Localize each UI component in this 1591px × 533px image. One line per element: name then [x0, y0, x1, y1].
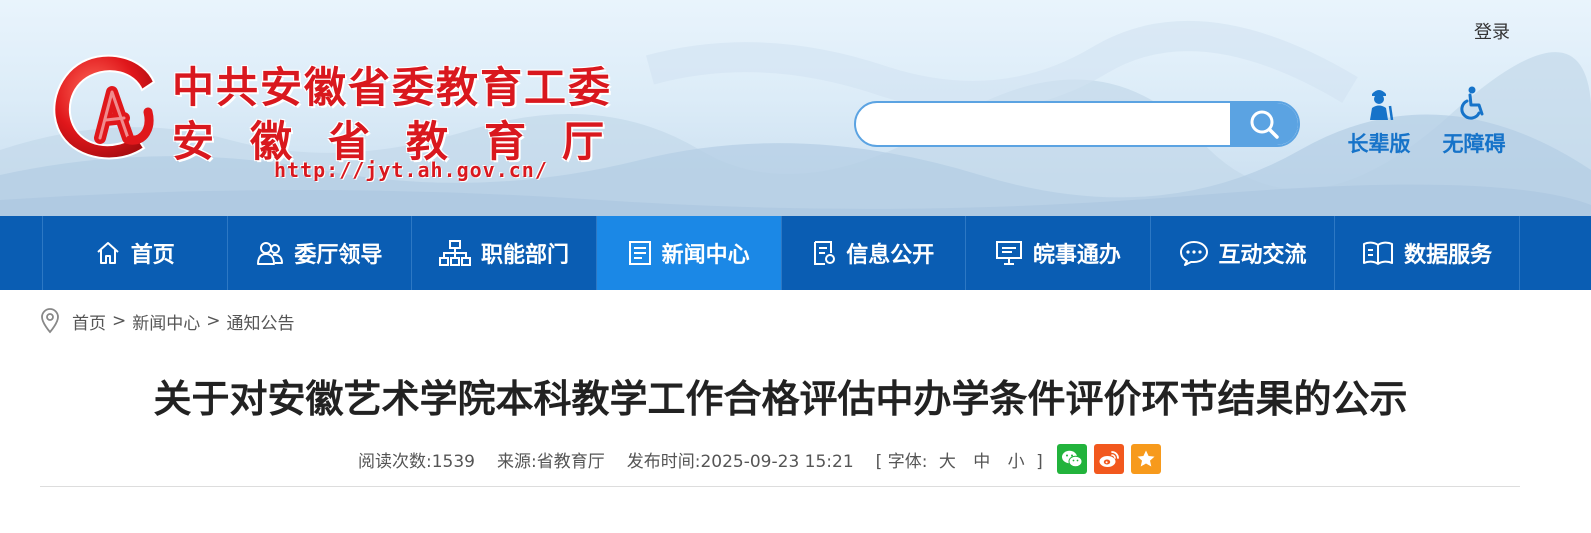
publish-time-label: 发布时间:: [626, 451, 701, 472]
font-size-small[interactable]: 小: [1008, 452, 1025, 472]
nav-label: 信息公开: [846, 243, 935, 268]
elder-version-link[interactable]: 长辈版: [1344, 86, 1414, 158]
view-count-value: 1539: [431, 451, 475, 472]
article-meta: 阅读次数:1539 来源:省教育厅 发布时间:2025-09-23 15:21 …: [358, 443, 1168, 475]
view-count: 阅读次数:1539: [358, 447, 475, 472]
nav-label: 皖事通办: [1032, 243, 1121, 268]
monitor-icon: [995, 241, 1022, 265]
weibo-icon: [1099, 451, 1119, 467]
nav-label: 委厅领导: [294, 243, 383, 268]
accessibility-link[interactable]: 无障碍: [1439, 86, 1509, 158]
publish-time-value: 2025-09-23 15:21: [700, 451, 854, 472]
accessibility-label: 无障碍: [1442, 132, 1506, 156]
location-pin-icon: [41, 308, 59, 334]
source-value: 省教育厅: [536, 451, 605, 472]
nav-item-data-services[interactable]: 数据服务: [1334, 216, 1520, 290]
org-chart-icon: [439, 240, 472, 266]
font-size-close: ]: [1036, 451, 1043, 472]
publish-time: 发布时间:2025-09-23 15:21: [627, 447, 854, 472]
nav-item-leadership[interactable]: 委厅领导: [226, 216, 412, 290]
search-box: [854, 101, 1300, 147]
view-count-label: 阅读次数:: [358, 451, 432, 472]
breadcrumb-separator: >: [206, 311, 221, 331]
login-link[interactable]: 登录: [1474, 18, 1510, 44]
search-button[interactable]: [1230, 103, 1298, 145]
add-favorite-button[interactable]: [1130, 444, 1161, 474]
logo-emblem: [53, 54, 156, 160]
elder-person-icon: [1370, 90, 1394, 121]
document-icon: [814, 241, 836, 265]
star-icon: [1137, 450, 1155, 467]
font-size-label: [ 字体:: [875, 451, 928, 472]
nav-item-home[interactable]: 首页: [42, 216, 227, 290]
nav-label: 新闻中心: [661, 243, 750, 268]
nav-item-interaction[interactable]: 互动交流: [1149, 216, 1335, 290]
site-header: 登录 中共安徽省委教育工委 安徽省教育厅 http://jyt.ah.gov.c…: [0, 0, 1591, 216]
logo-title-line1: 中共安徽省委教育工委: [172, 63, 613, 112]
article-title: 关于对安徽艺术学院本科教学工作合格评估中办学条件评价环节结果的公示: [153, 377, 1408, 421]
nav-item-departments[interactable]: 职能部门: [411, 216, 596, 290]
nav-item-online-services[interactable]: 皖事通办: [965, 216, 1150, 290]
wheelchair-icon: [1460, 86, 1484, 120]
share-wechat-button[interactable]: [1056, 444, 1087, 474]
breadcrumb-news-center[interactable]: 新闻中心: [132, 309, 200, 334]
nav-label: 互动交流: [1218, 243, 1307, 268]
breadcrumb-notices[interactable]: 通知公告: [227, 309, 295, 334]
search-icon: [1250, 110, 1279, 139]
nav-label: 首页: [130, 243, 175, 268]
home-icon: [97, 242, 119, 264]
font-size-medium[interactable]: 中: [973, 452, 990, 472]
chat-icon: [1179, 241, 1208, 266]
site-logo[interactable]: 中共安徽省委教育工委 安徽省教育厅 http://jyt.ah.gov.cn/: [48, 52, 648, 187]
font-size-large[interactable]: 大: [939, 452, 956, 472]
people-icon: [257, 242, 284, 265]
nav-item-news-center[interactable]: 新闻中心: [595, 216, 781, 290]
search-input[interactable]: [874, 103, 1218, 145]
share-weibo-button[interactable]: [1093, 444, 1124, 474]
news-icon: [628, 241, 651, 265]
article-source: 来源:省教育厅: [497, 447, 605, 472]
book-icon: [1363, 241, 1394, 265]
wechat-icon: [1061, 450, 1083, 468]
breadcrumb-separator: >: [112, 311, 127, 331]
nav-label: 职能部门: [481, 243, 570, 268]
main-nav: 首页 委厅领导 职能部门 新闻中心 信息公开 皖事通办 互动交流 数据服务: [0, 216, 1591, 290]
nav-item-info-disclosure[interactable]: 信息公开: [780, 216, 966, 290]
breadcrumb-home[interactable]: 首页: [72, 309, 106, 334]
font-size-control: [ 字体: 大 中 小 ]: [876, 447, 1043, 472]
nav-label: 数据服务: [1404, 243, 1493, 268]
meta-divider: [40, 486, 1520, 487]
breadcrumb: 首页 > 新闻中心 > 通知公告: [40, 308, 295, 334]
logo-url: http://jyt.ah.gov.cn/: [274, 158, 548, 182]
source-label: 来源:: [497, 451, 537, 472]
elder-version-label: 长辈版: [1347, 132, 1411, 156]
